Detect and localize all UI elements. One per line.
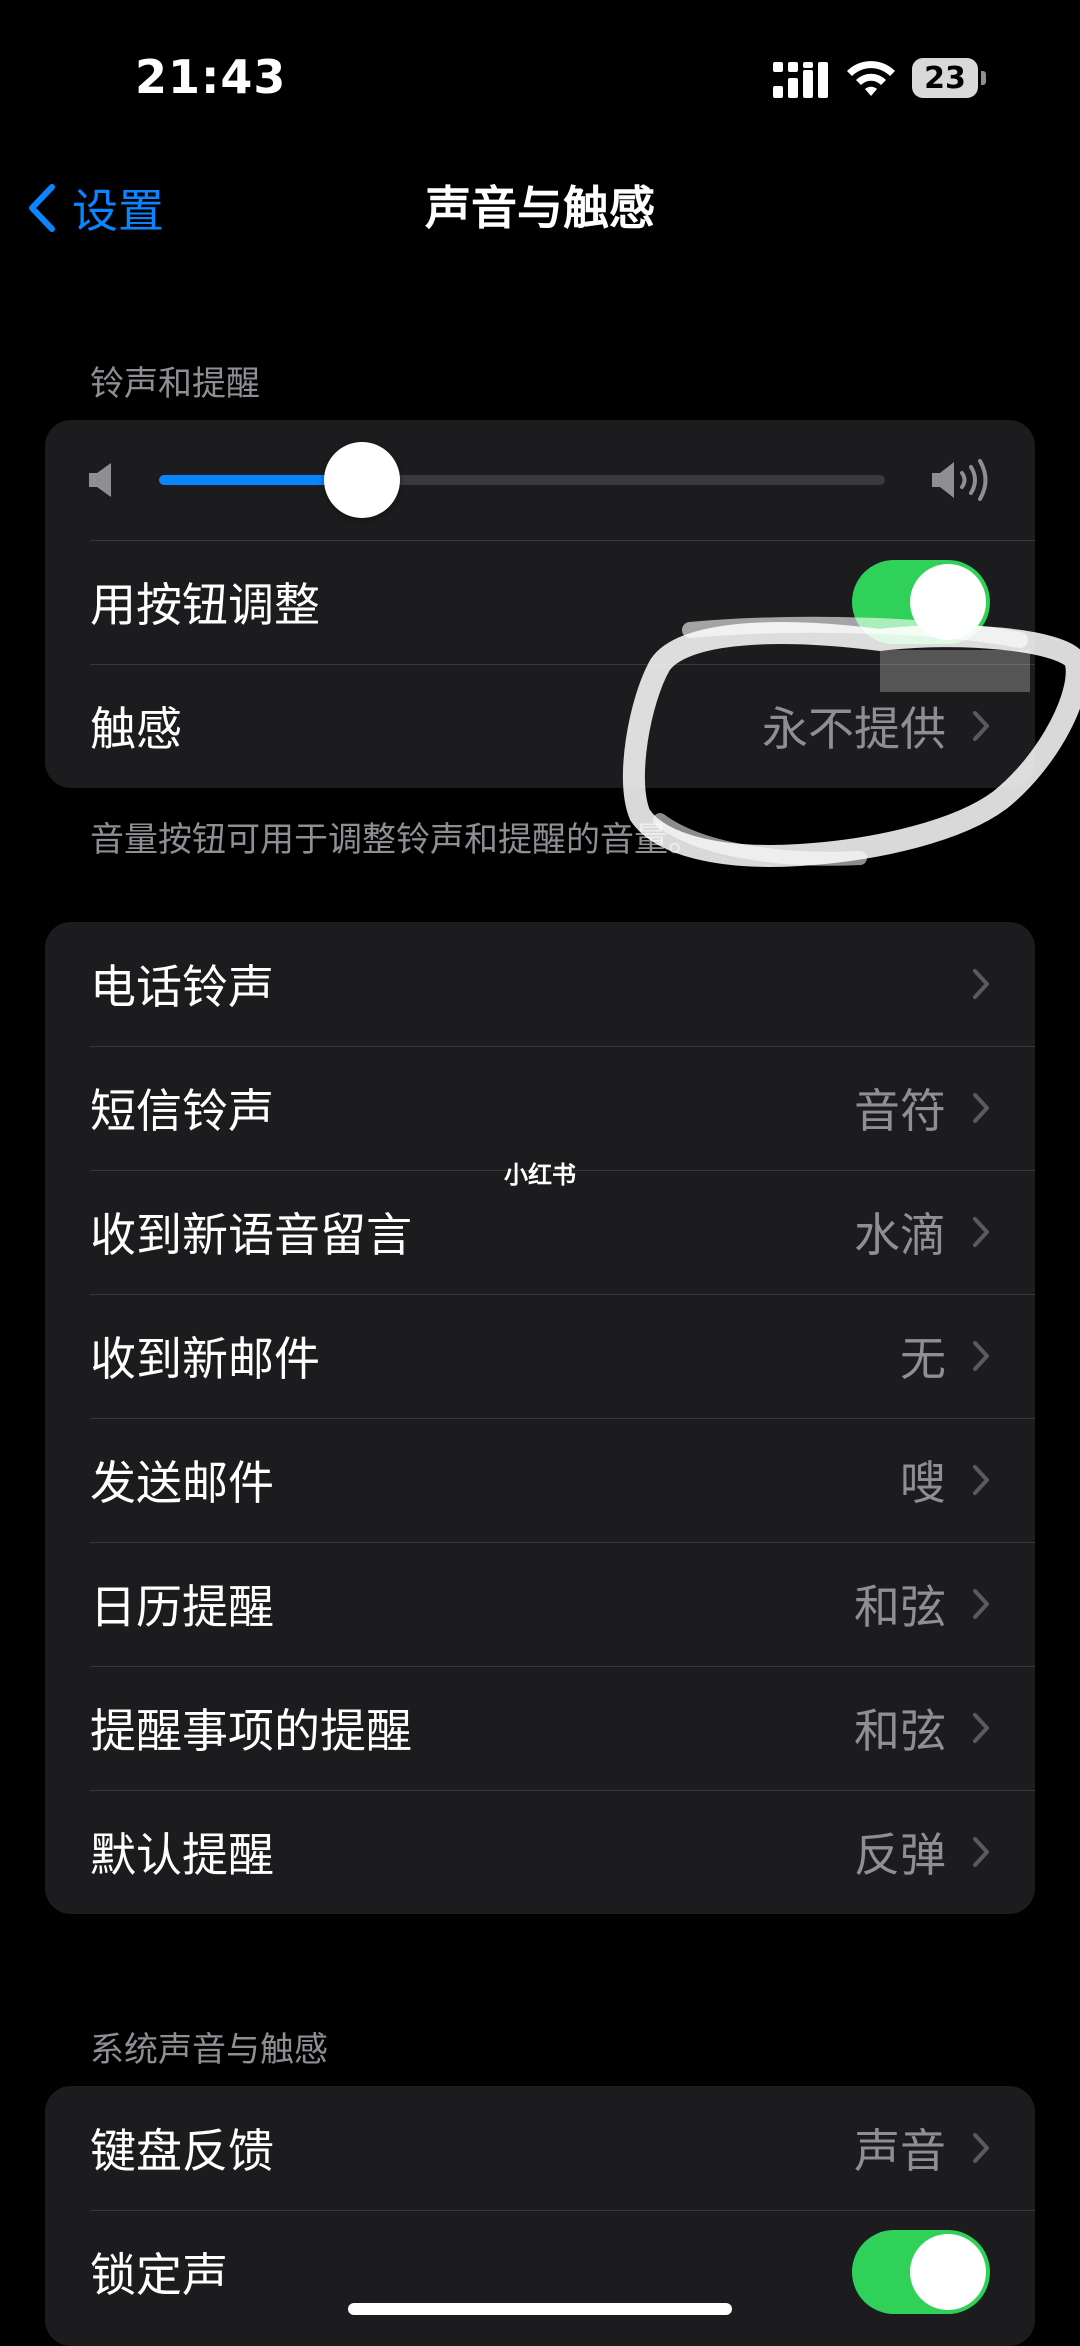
sound-row-value: 和弦 — [854, 1580, 946, 1634]
change-with-buttons-toggle[interactable] — [852, 560, 990, 644]
sound-row-label: 提醒事项的提醒 — [90, 1704, 412, 1758]
sound-row-sent-mail[interactable]: 发送邮件 嗖 — [45, 1418, 1035, 1542]
chevron-right-icon — [973, 1093, 989, 1123]
sound-row-value: 水滴 — [854, 1208, 946, 1262]
home-indicator[interactable] — [348, 2303, 732, 2315]
lock-sound-row: 锁定声 — [45, 2210, 1035, 2334]
sound-row-value: 反弹 — [854, 1828, 946, 1882]
sounds-group: 电话铃声 短信铃声 音符 收到新语音留言 水滴 收到新邮件 无 发送邮件 嗖 日… — [45, 922, 1035, 1914]
chevron-right-icon — [973, 1217, 989, 1247]
ringer-group: 用按钮调整 触感 永不提供 — [45, 420, 1035, 788]
sound-row-text-tone[interactable]: 短信铃声 音符 — [45, 1046, 1035, 1170]
volume-row — [45, 420, 1035, 540]
chevron-right-icon — [973, 969, 989, 999]
wifi-icon — [847, 61, 895, 96]
sound-row-new-mail[interactable]: 收到新邮件 无 — [45, 1294, 1035, 1418]
keyboard-feedback-label: 键盘反馈 — [90, 2124, 274, 2178]
sound-row-label: 发送邮件 — [90, 1456, 274, 1510]
haptics-value: 永不提供 — [762, 702, 946, 756]
chevron-left-icon — [29, 184, 55, 232]
signal-icon — [773, 62, 828, 98]
back-label: 设置 — [72, 184, 164, 238]
speaker-low-icon — [89, 463, 111, 497]
sound-row-label: 收到新邮件 — [90, 1332, 320, 1386]
sound-row-value: 无 — [900, 1332, 946, 1386]
battery-icon: 23 — [912, 58, 988, 98]
sound-row-default-alert[interactable]: 默认提醒 反弹 — [45, 1790, 1035, 1914]
chevron-right-icon — [973, 2133, 989, 2163]
speaker-high-icon — [932, 459, 988, 501]
back-button[interactable]: 设置 — [24, 176, 164, 240]
haptics-row[interactable]: 触感 永不提供 — [45, 664, 1035, 788]
haptics-label: 触感 — [90, 702, 182, 756]
toggle-knob — [910, 2234, 986, 2310]
watermark: 小红书 — [504, 1161, 576, 1189]
sound-row-label: 日历提醒 — [90, 1580, 274, 1634]
volume-slider-thumb[interactable] — [324, 442, 401, 518]
sound-row-value: 和弦 — [854, 1704, 946, 1758]
sound-row-label: 电话铃声 — [90, 960, 274, 1014]
lock-sound-toggle[interactable] — [852, 2230, 990, 2314]
chevron-right-icon — [973, 1713, 989, 1743]
sound-row-calendar[interactable]: 日历提醒 和弦 — [45, 1542, 1035, 1666]
section-header-ringer: 铃声和提醒 — [90, 364, 260, 404]
sound-row-value: 嗖 — [900, 1456, 946, 1510]
keyboard-feedback-value: 声音 — [854, 2124, 946, 2178]
battery-cap — [981, 71, 986, 85]
section-header-system: 系统声音与触感 — [90, 2030, 328, 2070]
sound-row-label: 短信铃声 — [90, 1084, 274, 1138]
chevron-right-icon — [973, 1837, 989, 1867]
ringer-footer: 音量按钮可用于调整铃声和提醒的音量。 — [90, 820, 702, 860]
chevron-right-icon — [973, 1465, 989, 1495]
toggle-knob — [910, 564, 986, 640]
status-time: 21:43 — [135, 50, 287, 104]
chevron-right-icon — [973, 1589, 989, 1619]
volume-slider[interactable] — [159, 442, 885, 518]
battery-level: 23 — [912, 58, 978, 98]
sound-row-value: 音符 — [854, 1084, 946, 1138]
chevron-right-icon — [973, 1341, 989, 1371]
change-with-buttons-row: 用按钮调整 — [45, 540, 1035, 664]
lock-sound-label: 锁定声 — [90, 2248, 228, 2302]
sound-row-label: 默认提醒 — [90, 1828, 274, 1882]
keyboard-feedback-row[interactable]: 键盘反馈 声音 — [45, 2086, 1035, 2210]
change-with-buttons-label: 用按钮调整 — [90, 578, 320, 632]
sound-row-label: 收到新语音留言 — [90, 1208, 412, 1262]
status-bar: 21:43 23 — [0, 0, 1080, 160]
sound-row-reminder[interactable]: 提醒事项的提醒 和弦 — [45, 1666, 1035, 1790]
sound-row-ringtone[interactable]: 电话铃声 — [45, 922, 1035, 1046]
chevron-right-icon — [973, 711, 989, 741]
